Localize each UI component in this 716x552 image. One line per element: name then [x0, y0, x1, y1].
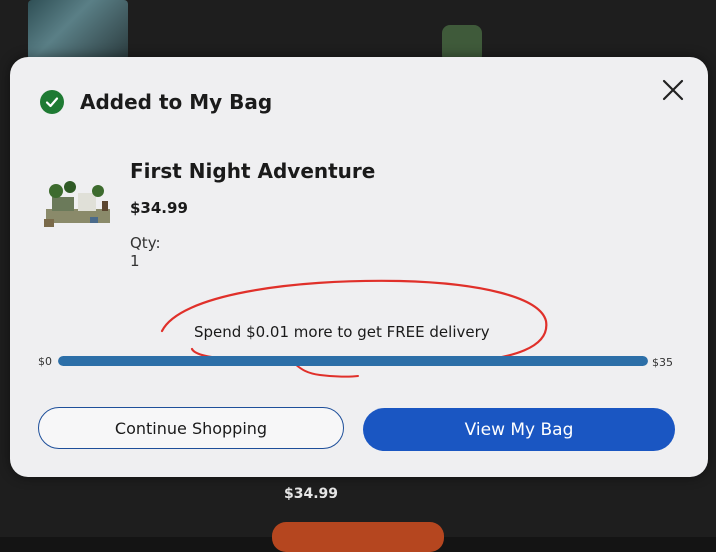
- check-circle-icon: [40, 90, 64, 114]
- progress-track: [58, 356, 648, 366]
- view-my-bag-button[interactable]: View My Bag: [363, 408, 675, 451]
- close-icon: [662, 79, 684, 101]
- background-product-image: [28, 0, 128, 60]
- product-image: [42, 179, 114, 233]
- continue-shopping-button[interactable]: Continue Shopping: [38, 407, 344, 449]
- product-name[interactable]: First Night Adventure: [130, 159, 375, 183]
- delivery-progress: $0 $35: [38, 354, 698, 374]
- progress-fill: [58, 356, 648, 366]
- modal-title: Added to My Bag: [80, 90, 273, 114]
- background-add-button: [272, 522, 444, 552]
- background-price: $34.99: [284, 486, 339, 502]
- added-to-bag-modal: Added to My Bag First Night Adventure $3…: [10, 57, 708, 477]
- free-delivery-message: Spend $0.01 more to get FREE delivery: [194, 323, 490, 341]
- product-quantity: Qty: 1: [130, 234, 161, 270]
- product-price: $34.99: [130, 199, 188, 217]
- modal-header: Added to My Bag: [40, 90, 272, 114]
- close-button[interactable]: [660, 77, 686, 103]
- progress-max-label: $35: [652, 356, 673, 369]
- progress-min-label: $0: [38, 355, 52, 368]
